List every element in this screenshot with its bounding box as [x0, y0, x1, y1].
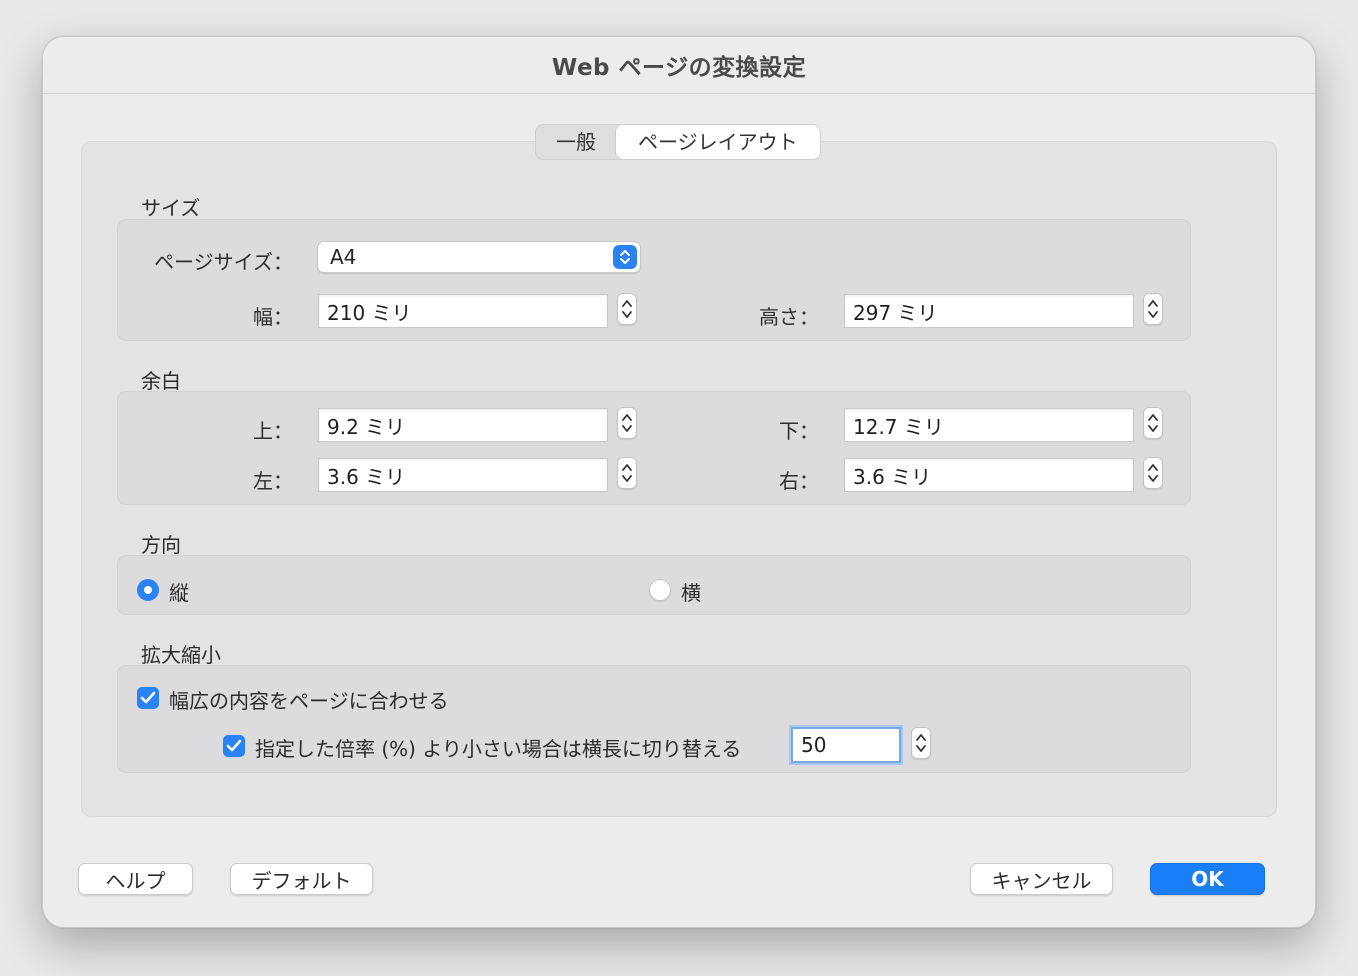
top-margin-field[interactable] — [318, 408, 608, 442]
title-bar: Web ページの変換設定 — [43, 37, 1315, 94]
page-size-value: A4 — [330, 245, 357, 269]
height-label: 高さ： — [759, 305, 819, 329]
tab-page-layout[interactable]: ページレイアウト — [616, 125, 820, 159]
tab-bar: 一般 ページレイアウト — [535, 124, 821, 160]
stepper-arrows-icon — [1148, 414, 1158, 432]
top-margin-stepper[interactable] — [617, 407, 637, 439]
switch-landscape-checkbox[interactable] — [223, 735, 245, 757]
size-section-label: サイズ — [141, 196, 201, 220]
margins-section-label: 余白 — [141, 369, 181, 393]
stepper-arrows-icon — [622, 414, 632, 432]
bottom-margin-stepper[interactable] — [1143, 407, 1163, 439]
left-margin-label: 左： — [253, 469, 293, 493]
width-stepper[interactable] — [617, 293, 637, 325]
width-label: 幅： — [253, 305, 293, 329]
page-size-label: ページサイズ： — [154, 250, 293, 274]
scale-percent-stepper[interactable] — [911, 727, 931, 759]
fit-content-label: 幅広の内容をページに合わせる — [169, 689, 449, 713]
select-arrows-icon — [613, 245, 637, 269]
help-button[interactable]: ヘルプ — [78, 863, 193, 895]
orientation-section-label: 方向 — [141, 533, 181, 557]
default-button[interactable]: デフォルト — [230, 863, 373, 895]
right-margin-field[interactable] — [844, 458, 1134, 492]
left-margin-stepper[interactable] — [617, 457, 637, 489]
height-stepper[interactable] — [1143, 293, 1163, 325]
stepper-arrows-icon — [622, 300, 632, 318]
height-field[interactable] — [844, 294, 1134, 328]
scale-percent-field[interactable] — [791, 727, 901, 763]
checkmark-icon — [140, 691, 156, 704]
portrait-radio[interactable] — [137, 579, 159, 601]
fit-content-checkbox[interactable] — [137, 687, 159, 709]
page-size-select[interactable]: A4 — [317, 241, 641, 273]
stepper-arrows-icon — [622, 464, 632, 482]
cancel-button[interactable]: キャンセル — [970, 863, 1113, 895]
bottom-margin-field[interactable] — [844, 408, 1134, 442]
portrait-label: 縦 — [169, 581, 189, 605]
window-title: Web ページの変換設定 — [551, 55, 807, 81]
stepper-arrows-icon — [1148, 464, 1158, 482]
landscape-radio[interactable] — [649, 579, 671, 601]
right-margin-label: 右： — [779, 469, 819, 493]
left-margin-field[interactable] — [318, 458, 608, 492]
bottom-margin-label: 下： — [779, 419, 819, 443]
right-margin-stepper[interactable] — [1143, 457, 1163, 489]
conversion-settings-dialog: Web ページの変換設定 一般 ページレイアウト サイズ ページサイズ： A4 … — [42, 36, 1316, 928]
stepper-arrows-icon — [1148, 300, 1158, 318]
landscape-label: 横 — [681, 581, 701, 605]
tab-general[interactable]: 一般 — [536, 125, 616, 159]
top-margin-label: 上： — [253, 419, 293, 443]
ok-button[interactable]: OK — [1150, 863, 1265, 895]
width-field[interactable] — [318, 294, 608, 328]
checkmark-icon — [226, 739, 242, 752]
stepper-arrows-icon — [916, 734, 926, 752]
switch-landscape-label: 指定した倍率 (%) より小さい場合は横長に切り替える — [255, 737, 742, 761]
scaling-section-label: 拡大縮小 — [141, 643, 221, 667]
